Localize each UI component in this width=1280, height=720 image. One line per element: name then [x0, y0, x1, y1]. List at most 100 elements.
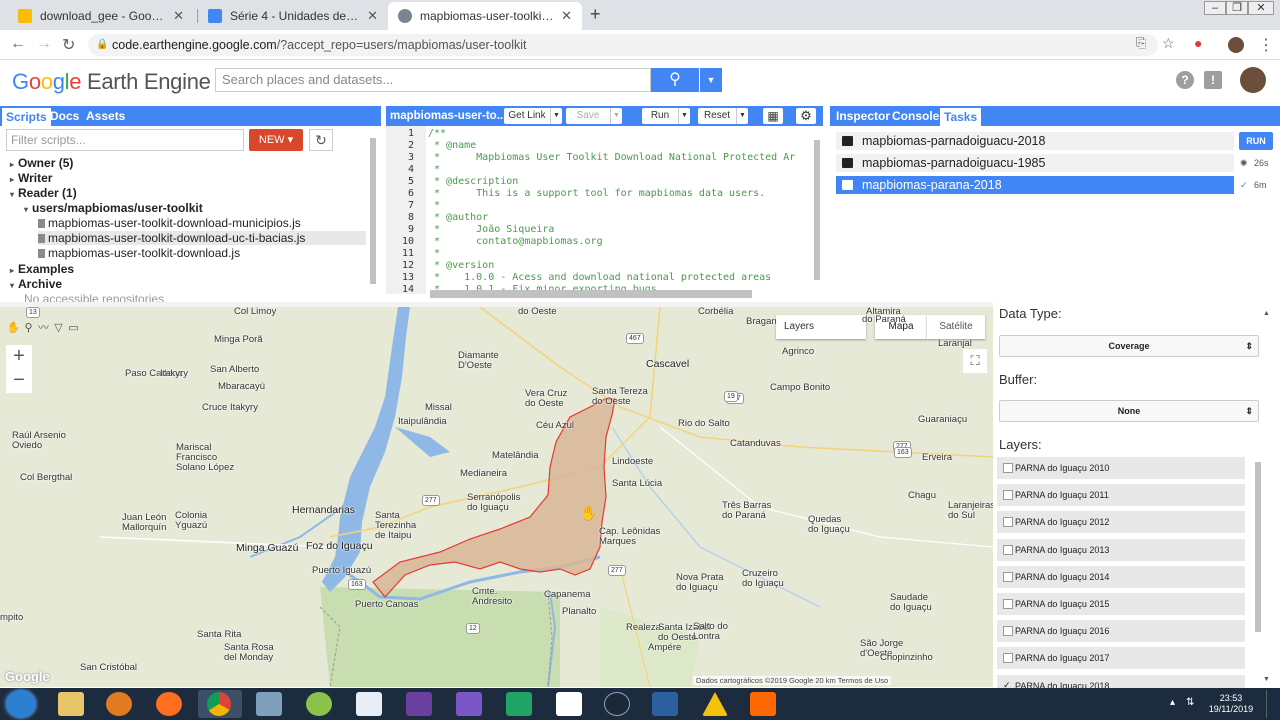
script-folder-item[interactable]: ▸ Owner (5)	[10, 156, 73, 170]
chevron-right-icon[interactable]: ▸	[10, 175, 14, 184]
restore-window-icon[interactable]: ❐	[1226, 1, 1248, 15]
draw-rectangle-icon[interactable]: ▭	[66, 321, 81, 334]
back-icon[interactable]: ←	[10, 35, 26, 53]
search-options-dropdown[interactable]: ▼	[700, 68, 722, 92]
help-icon[interactable]: ?	[1176, 71, 1194, 89]
script-file-item[interactable]: mapbiomas-user-toolkit-download-municipi…	[38, 216, 301, 230]
tray-chevron-icon[interactable]: ▴	[1170, 697, 1175, 708]
tab-inspector[interactable]: Inspector	[832, 106, 894, 126]
tab-tasks[interactable]: Tasks	[940, 108, 982, 126]
tab-assets[interactable]: Assets	[82, 106, 129, 126]
code-line[interactable]: 7 *	[386, 200, 823, 212]
tab-docs[interactable]: Docs	[46, 106, 83, 126]
reload-icon[interactable]: ↻	[62, 35, 75, 55]
system-clock[interactable]: 23:53 19/11/2019	[1206, 693, 1256, 715]
qgis-icon[interactable]	[306, 692, 332, 716]
profile-avatar[interactable]	[1228, 37, 1244, 53]
map-view[interactable]: ✋ ⚲ 〰 ▽ ▭ + − Layers Mapa Satélite ⛶ Col Lim…	[0, 307, 993, 687]
close-tab-icon[interactable]: ✕	[367, 8, 378, 24]
teams-icon[interactable]	[406, 692, 432, 716]
chevron-down-icon[interactable]: ▼	[610, 108, 622, 124]
layer-checkbox[interactable]	[1003, 626, 1013, 637]
file-explorer-icon[interactable]	[58, 692, 84, 716]
buffer-select[interactable]: None ⇕	[999, 400, 1259, 422]
google-drive-taskbar-icon[interactable]	[702, 692, 728, 716]
layer-checkbox[interactable]	[1003, 599, 1013, 609]
code-line[interactable]: 3 * Mapbiomas User Toolkit Download Nati…	[386, 152, 823, 164]
arcgis-icon[interactable]	[556, 692, 582, 716]
search-button[interactable]: ⚲	[651, 68, 699, 92]
document-icon[interactable]	[356, 692, 382, 716]
code-line[interactable]: 2 * @name	[386, 140, 823, 152]
close-window-icon[interactable]: ✕	[1248, 1, 1274, 15]
minimize-window-icon[interactable]: –	[1204, 1, 1226, 15]
script-folder-item[interactable]: ▾ Reader (1)	[10, 186, 77, 200]
close-tab-icon[interactable]: ✕	[561, 8, 572, 24]
layer-row[interactable]: PARNA do Iguaçu 2012	[997, 511, 1245, 534]
layer-row[interactable]: PARNA do Iguaçu 2017	[997, 647, 1245, 670]
layers-button[interactable]: Layers	[776, 315, 866, 339]
settings-gear-icon[interactable]: ⚙	[796, 108, 816, 124]
browser-menu-icon[interactable]: ⋮	[1258, 35, 1274, 55]
steam-icon[interactable]	[604, 692, 630, 716]
side-panel-scrollbar[interactable]	[1255, 462, 1261, 632]
code-line[interactable]: 9 * João Siqueira	[386, 224, 823, 236]
run-button[interactable]: Run ▼	[642, 108, 690, 124]
keyboard-shortcuts-icon[interactable]: ▦	[763, 108, 783, 124]
search-input[interactable]: Search places and datasets...	[215, 68, 651, 92]
code-line[interactable]: 12 * @version	[386, 260, 823, 272]
layer-checkbox[interactable]	[1003, 463, 1013, 473]
draw-shape-icon[interactable]: ▽	[51, 321, 66, 334]
bookmark-star-icon[interactable]: ☆	[1162, 35, 1175, 52]
feedback-icon[interactable]: !	[1204, 71, 1222, 89]
layer-row[interactable]: PARNA do Iguaçu 2011	[997, 484, 1245, 507]
data-type-select[interactable]: Coverage ⇕	[999, 335, 1259, 357]
task-row[interactable]: mapbiomas-parnadoiguacu-1985	[836, 154, 1234, 172]
reset-button[interactable]: Reset ▼	[698, 108, 748, 124]
code-line[interactable]: 5 * @description	[386, 176, 823, 188]
chevron-right-icon[interactable]: ▸	[10, 160, 14, 169]
show-desktop-button[interactable]	[1266, 690, 1278, 718]
windows-start-icon[interactable]	[6, 690, 36, 718]
code-line[interactable]: 10 * contato@mapbiomas.org	[386, 236, 823, 248]
pan-hand-icon[interactable]: ✋	[6, 321, 21, 334]
layer-checkbox[interactable]	[1003, 571, 1013, 582]
code-line[interactable]: 8 * @author	[386, 212, 823, 224]
excel-icon[interactable]	[506, 692, 532, 716]
layer-row[interactable]: PARNA do Iguaçu 2010	[997, 457, 1245, 479]
browser-tab-docs[interactable]: Série 4 - Unidades de Conservaç ✕	[198, 2, 388, 30]
translate-icon[interactable]: ⎘	[1136, 35, 1146, 51]
new-script-button[interactable]: NEW ▾	[249, 129, 303, 151]
chevron-right-icon[interactable]: ▸	[10, 266, 14, 275]
code-vertical-scrollbar[interactable]	[814, 140, 820, 280]
code-line[interactable]: 13 * 1.0.0 - Acess and download national…	[386, 272, 823, 284]
tab-console[interactable]: Console	[888, 106, 943, 126]
task-run-button[interactable]: RUN	[1239, 132, 1273, 150]
filter-scripts-input[interactable]: Filter scripts...	[6, 129, 244, 151]
tab-scripts[interactable]: Scripts	[2, 108, 51, 126]
url-field[interactable]: 🔒 code.earthengine.google.com/?accept_re…	[88, 34, 1158, 56]
earth-engine-logo[interactable]: Google Earth Engine	[12, 69, 211, 95]
layer-checkbox[interactable]	[1003, 490, 1013, 501]
code-line[interactable]: 6 * This is a support tool for mapbiomas…	[386, 188, 823, 200]
chevron-down-icon[interactable]: ▼	[736, 108, 748, 124]
script-file-item[interactable]: mapbiomas-user-toolkit-download.js	[38, 246, 240, 260]
layer-checkbox[interactable]	[1003, 653, 1013, 664]
chevron-down-icon[interactable]: ▾	[24, 205, 28, 214]
scripts-scrollbar[interactable]	[370, 138, 376, 284]
chevron-down-icon[interactable]: ▾	[10, 190, 14, 199]
layer-row[interactable]: PARNA do Iguaçu 2015	[997, 593, 1245, 615]
layer-row[interactable]: PARNA do Iguaçu 2013	[997, 538, 1245, 561]
task-row-selected[interactable]: mapbiomas-parana-2018	[836, 176, 1234, 194]
script-folder-item[interactable]: ▾ Archive	[10, 277, 62, 291]
network-icon[interactable]: ⇅	[1186, 697, 1194, 708]
code-line[interactable]: 1 /**	[386, 128, 823, 140]
save-button[interactable]: Save ▼	[566, 108, 622, 124]
script-folder-item[interactable]: ▸ Examples	[10, 262, 74, 276]
chrome-taskbar-button[interactable]	[198, 690, 242, 718]
new-tab-icon[interactable]: +	[590, 4, 601, 25]
mi-icon[interactable]	[750, 692, 776, 716]
forward-icon[interactable]: →	[36, 35, 52, 53]
code-line[interactable]: 11 *	[386, 248, 823, 260]
draw-line-icon[interactable]: 〰	[36, 319, 51, 335]
